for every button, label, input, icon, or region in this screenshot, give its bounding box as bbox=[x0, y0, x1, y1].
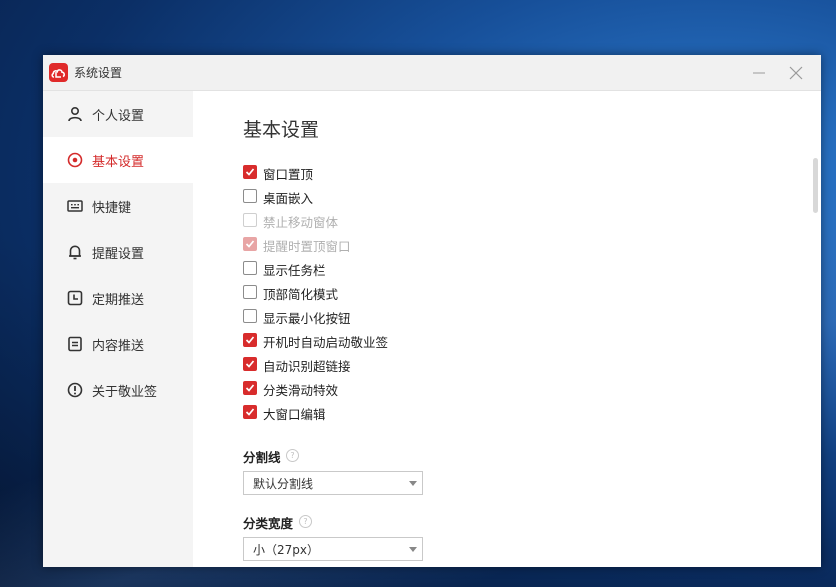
settings-content: 基本设置 窗口置顶 桌面嵌入 禁止移动窗体 提醒时置顶窗口 显示任务栏 顶部简化… bbox=[193, 91, 821, 567]
sidebar-item-label: 提醒设置 bbox=[92, 247, 145, 262]
bell-icon bbox=[69, 245, 81, 260]
option-label: 自动识别超链接 bbox=[263, 359, 351, 374]
settings-window: 系统设置 个人设置 基本设置 快捷键 提醒设置 定期推送 内容推送 关于敬业签 … bbox=[43, 55, 821, 567]
sidebar-item-label: 关于敬业签 bbox=[92, 385, 158, 400]
sidebar-item-personal[interactable]: 个人设置 bbox=[43, 91, 193, 137]
checkbox[interactable] bbox=[243, 381, 257, 395]
info-icon bbox=[67, 382, 83, 398]
category-width-select[interactable]: 小（27px） bbox=[243, 537, 423, 561]
close-icon bbox=[789, 66, 803, 80]
chevron-down-icon bbox=[409, 481, 417, 486]
sidebar-item-label: 定期推送 bbox=[92, 293, 145, 308]
select-value: 小（27px） bbox=[253, 543, 319, 557]
checkbox[interactable] bbox=[243, 165, 257, 179]
checkbox[interactable] bbox=[243, 189, 257, 203]
checkbox[interactable] bbox=[243, 357, 257, 371]
category-width-label: 分类宽度 bbox=[243, 516, 294, 531]
option-label: 显示最小化按钮 bbox=[263, 311, 351, 326]
option-label: 禁止移动窗体 bbox=[263, 215, 339, 230]
sidebar-item-reminders[interactable]: 提醒设置 bbox=[43, 229, 193, 275]
option-label: 显示任务栏 bbox=[263, 263, 326, 278]
help-icon[interactable]: ? bbox=[299, 515, 312, 528]
checkbox[interactable] bbox=[243, 309, 257, 323]
scrollbar-thumb[interactable] bbox=[813, 158, 818, 213]
chevron-down-icon bbox=[409, 547, 417, 552]
sidebar-item-basic[interactable]: 基本设置 bbox=[43, 137, 193, 183]
option-label: 分类滑动特效 bbox=[263, 383, 339, 398]
window-title: 系统设置 bbox=[74, 66, 123, 80]
option-label: 桌面嵌入 bbox=[263, 191, 314, 206]
checkbox[interactable] bbox=[243, 333, 257, 347]
app-logo-icon bbox=[49, 63, 68, 82]
page-title: 基本设置 bbox=[243, 119, 320, 141]
divider-section-label: 分割线 bbox=[243, 450, 281, 465]
sidebar-item-label: 内容推送 bbox=[92, 339, 145, 354]
option-label: 开机时自动启动敬业签 bbox=[263, 335, 389, 350]
sidebar-item-scheduled-push[interactable]: 定期推送 bbox=[43, 275, 193, 321]
option-label: 提醒时置顶窗口 bbox=[263, 239, 351, 254]
help-icon[interactable]: ? bbox=[286, 449, 299, 462]
settings-circle-icon bbox=[67, 152, 83, 168]
close-button[interactable] bbox=[785, 62, 807, 84]
user-icon bbox=[68, 106, 82, 122]
checkbox[interactable] bbox=[243, 261, 257, 275]
sidebar: 个人设置 基本设置 快捷键 提醒设置 定期推送 内容推送 关于敬业签 bbox=[43, 91, 193, 567]
sidebar-item-content-push[interactable]: 内容推送 bbox=[43, 321, 193, 367]
select-value: 默认分割线 bbox=[253, 477, 314, 491]
title-bar[interactable]: 系统设置 bbox=[43, 55, 821, 91]
sidebar-item-shortcuts[interactable]: 快捷键 bbox=[43, 183, 193, 229]
sidebar-item-label: 快捷键 bbox=[92, 201, 132, 216]
checkbox[interactable] bbox=[243, 405, 257, 419]
option-label: 顶部简化模式 bbox=[263, 287, 339, 302]
sidebar-item-about[interactable]: 关于敬业签 bbox=[43, 367, 193, 413]
sidebar-item-label: 基本设置 bbox=[92, 155, 145, 170]
checkbox bbox=[243, 237, 257, 251]
sidebar-item-label: 个人设置 bbox=[92, 109, 145, 124]
checkbox bbox=[243, 213, 257, 227]
checkbox[interactable] bbox=[243, 285, 257, 299]
option-label: 大窗口编辑 bbox=[263, 407, 326, 422]
option-label: 窗口置顶 bbox=[263, 167, 314, 182]
minimize-button[interactable] bbox=[748, 62, 770, 84]
divider-select[interactable]: 默认分割线 bbox=[243, 471, 423, 495]
clock-icon bbox=[67, 290, 83, 306]
keyboard-icon bbox=[67, 200, 83, 212]
document-icon bbox=[68, 336, 82, 352]
